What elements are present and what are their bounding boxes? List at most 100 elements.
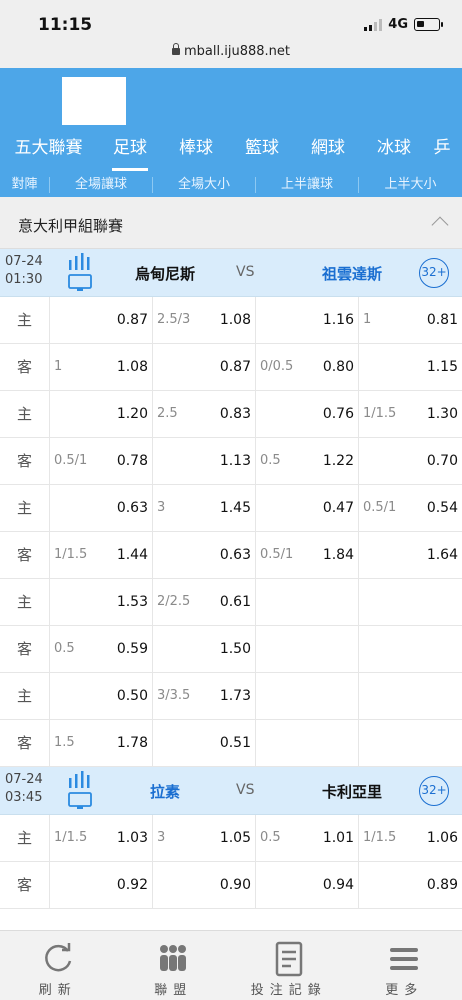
leagues-label: 聯盟 <box>154 983 193 998</box>
odds-cell[interactable]: 0.70 <box>359 438 462 484</box>
odds-cell[interactable]: 0.63 <box>50 485 153 531</box>
bet-history-button[interactable]: 投注記錄 <box>231 931 347 1000</box>
side-label: 客 <box>0 532 50 578</box>
odds-value: 1.08 <box>219 312 251 328</box>
away-team[interactable]: 卡利亞里 <box>290 781 414 802</box>
more-button[interactable]: 更多 <box>347 931 462 1000</box>
odds-cell[interactable]: 1 0.81 <box>359 297 462 343</box>
handicap-line: 3 <box>157 830 166 845</box>
odds-cell[interactable]: 1.15 <box>359 344 462 390</box>
status-bar: 11:15 4G <box>0 0 462 44</box>
side-label: 客 <box>0 438 50 484</box>
live-stats-icon[interactable] <box>66 770 94 810</box>
tab-baseball[interactable]: 棒球 <box>163 125 229 173</box>
tab-basketball[interactable]: 籃球 <box>229 125 295 173</box>
odds-value: 1.13 <box>219 453 251 469</box>
tab-top-leagues[interactable]: 五大聯賽 <box>0 125 97 173</box>
side-label: 客 <box>0 626 50 672</box>
refresh-icon <box>44 943 71 972</box>
odds-value: 1.22 <box>322 453 354 469</box>
away-team[interactable]: 祖雲達斯 <box>290 263 414 284</box>
odds-value: 1.08 <box>116 359 148 375</box>
odds-cell[interactable]: 0.92 <box>50 862 153 908</box>
odds-cell[interactable]: 0.89 <box>359 862 462 908</box>
home-team[interactable]: 拉素 <box>110 781 220 802</box>
tab-ice-hockey[interactable]: 冰球 <box>361 125 427 173</box>
odds-cell[interactable]: 0.50 <box>50 673 153 719</box>
odds-cell[interactable]: 3/3.5 1.73 <box>153 673 256 719</box>
odds-row: 客 1 1.08 0.87 0/0.5 0.80 1.15 <box>0 344 462 391</box>
league-header[interactable]: 意大利甲組聯賽 <box>0 197 462 249</box>
odds-cell[interactable]: 1/1.5 1.44 <box>50 532 153 578</box>
odds-cell[interactable]: 3 1.45 <box>153 485 256 531</box>
odds-value: 1.73 <box>219 688 251 704</box>
handicap-line: 1 <box>54 359 63 374</box>
side-label: 主 <box>0 391 50 437</box>
odds-cell[interactable]: 0.87 <box>50 297 153 343</box>
odds-cell[interactable]: 3 1.05 <box>153 815 256 861</box>
chevron-up-icon[interactable] <box>431 216 449 234</box>
more-markets-button[interactable]: 32+ <box>419 258 449 288</box>
odds-row: 客 0.5 0.59 1.50 <box>0 626 462 673</box>
odds-cell[interactable]: 0.5 1.22 <box>256 438 359 484</box>
odds-value: 1.03 <box>116 830 148 846</box>
odds-cell[interactable]: 0.5/1 0.54 <box>359 485 462 531</box>
handicap-line: 0.5 <box>54 641 75 656</box>
odds-value: 0.90 <box>219 877 251 893</box>
handicap-line: 0.5 <box>260 830 281 845</box>
odds-cell[interactable]: 0.5/1 1.84 <box>256 532 359 578</box>
odds-cell[interactable]: 0.90 <box>153 862 256 908</box>
tab-football[interactable]: 足球 <box>97 125 163 173</box>
signal-icon <box>364 18 383 31</box>
odds-cell[interactable]: 2/2.5 0.61 <box>153 579 256 625</box>
url-bar[interactable]: mball.iju888.net <box>0 43 462 68</box>
odds-cell[interactable]: 2.5/3 1.08 <box>153 297 256 343</box>
side-label: 主 <box>0 579 50 625</box>
odds-value: 0.70 <box>426 453 458 469</box>
odds-value: 1.01 <box>322 830 354 846</box>
league-icon <box>160 945 187 971</box>
odds-row: 主 1.53 2/2.5 0.61 <box>0 579 462 626</box>
odds-cell[interactable]: 2.5 0.83 <box>153 391 256 437</box>
home-team[interactable]: 烏甸尼斯 <box>110 263 220 284</box>
match-datetime: 07-24 03:45 <box>5 771 43 807</box>
odds-cell <box>359 626 462 672</box>
odds-cell[interactable]: 1.64 <box>359 532 462 578</box>
odds-cell[interactable]: 1.53 <box>50 579 153 625</box>
odds-cell[interactable]: 1/1.5 1.30 <box>359 391 462 437</box>
odds-cell[interactable]: 1.5 1.78 <box>50 720 153 766</box>
odds-cell[interactable]: 1.20 <box>50 391 153 437</box>
handicap-line: 1/1.5 <box>54 830 88 845</box>
live-stats-icon[interactable] <box>66 252 94 292</box>
side-label: 主 <box>0 297 50 343</box>
odds-cell[interactable]: 1/1.5 1.06 <box>359 815 462 861</box>
odds-cell[interactable]: 0.5 0.59 <box>50 626 153 672</box>
odds-cell[interactable]: 1.13 <box>153 438 256 484</box>
odds-value: 0.89 <box>426 877 458 893</box>
more-markets-button[interactable]: 32+ <box>419 776 449 806</box>
bottom-nav: 刷新 聯盟 投注記錄 更多 <box>0 930 462 1000</box>
odds-value: 0.54 <box>426 500 458 516</box>
odds-cell[interactable]: 0.63 <box>153 532 256 578</box>
leagues-button[interactable]: 聯盟 <box>116 931 232 1000</box>
odds-cell[interactable]: 0.5/1 0.78 <box>50 438 153 484</box>
odds-row: 客 0.5/1 0.78 1.13 0.5 1.22 0.70 <box>0 438 462 485</box>
odds-cell[interactable]: 1 1.08 <box>50 344 153 390</box>
refresh-button[interactable]: 刷新 <box>0 931 116 1000</box>
odds-value: 1.64 <box>426 547 458 563</box>
odds-cell[interactable]: 0/0.5 0.80 <box>256 344 359 390</box>
odds-cell[interactable]: 0.76 <box>256 391 359 437</box>
tab-table-tennis[interactable]: 乒 <box>427 125 457 173</box>
odds-cell[interactable]: 0.47 <box>256 485 359 531</box>
odds-cell[interactable]: 0.5 1.01 <box>256 815 359 861</box>
odds-cell[interactable]: 0.94 <box>256 862 359 908</box>
tab-tennis[interactable]: 網球 <box>295 125 361 173</box>
odds-cell[interactable]: 0.87 <box>153 344 256 390</box>
header-matchup: 對陣 <box>0 177 50 193</box>
odds-cell[interactable]: 0.51 <box>153 720 256 766</box>
odds-cell[interactable]: 1.50 <box>153 626 256 672</box>
odds-cell[interactable]: 1/1.5 1.03 <box>50 815 153 861</box>
odds-cell[interactable]: 1.16 <box>256 297 359 343</box>
odds-value: 0.78 <box>116 453 148 469</box>
odds-value: 1.78 <box>116 735 148 751</box>
